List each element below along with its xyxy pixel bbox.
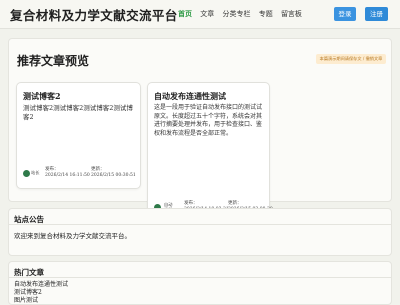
author-avatar-icon <box>23 170 30 177</box>
nav-item-home[interactable]: 首页 <box>178 9 192 18</box>
login-button[interactable]: 登录 <box>334 7 356 21</box>
article-card[interactable]: 自动发布连通性测试 这是一段用于验证自动发布接口的测试试原文。长度超过五十个字符… <box>147 82 273 226</box>
updated-meta: 更新： 2026/2/15 00:30:51 <box>91 167 136 178</box>
top-header: 复合材料及力学文献交流平台 首页 文章 分类专栏 专题 留言板 登录 注册 <box>0 0 400 29</box>
notice-text: 欢迎来到复合材料及力学文献交流平台。 <box>14 232 131 240</box>
hot-article-link[interactable]: 图片测试 <box>14 297 38 305</box>
divider <box>9 277 391 278</box>
updated-date: 2026/2/15 00:30:51 <box>91 172 136 178</box>
nav-item-guestbook[interactable]: 留言板 <box>281 10 302 18</box>
main-nav: 首页 文章 分类专栏 专题 留言板 <box>178 9 308 19</box>
published-meta: 发布： 2026/2/14 16:11:50 <box>45 167 90 178</box>
register-button[interactable]: 注册 <box>365 7 388 21</box>
hot-article-link[interactable]: 自动发布连通性测试 <box>14 281 68 289</box>
article-excerpt: 这是一段用于验证自动发布接口的测试试原文。长度超过五十个字符，系统会对其进行摘要… <box>154 104 263 137</box>
article-title[interactable]: 测试博客2 <box>23 91 61 102</box>
notice-panel: 站点公告 欢迎来到复合材料及力学文献交流平台。 <box>8 208 392 256</box>
nav-item-categories[interactable]: 分类专栏 <box>222 10 250 18</box>
article-excerpt: 测试博客2测试博客2测试博客2测试博客2 <box>23 104 133 121</box>
divider <box>9 224 391 225</box>
recommended-panel: 推荐文章预览 本篇演示期间请保存文 / 撤销文章 测试博客2 测试博客2测试博客… <box>8 38 392 226</box>
published-date: 2026/2/14 16:11:50 <box>45 172 90 178</box>
nav-item-topics[interactable]: 专题 <box>259 10 273 18</box>
author-name: 站长 <box>31 170 40 175</box>
hot-article-link[interactable]: 测试博客2 <box>14 289 42 297</box>
site-title[interactable]: 复合材料及力学文献交流平台 <box>10 5 178 24</box>
hot-articles-panel: 热门文章 自动发布连通性测试 测试博客2 图片测试 <box>8 261 392 305</box>
article-card[interactable]: 测试博客2 测试博客2测试博客2测试博客2测试博客2 站长 发布： 2026/2… <box>16 82 141 189</box>
section-title: 推荐文章预览 <box>17 54 90 68</box>
announcement-tag[interactable]: 本篇演示期间请保存文 / 撤销文章 <box>316 54 386 64</box>
nav-item-articles[interactable]: 文章 <box>200 10 214 18</box>
article-title[interactable]: 自动发布连通性测试 <box>154 91 226 102</box>
